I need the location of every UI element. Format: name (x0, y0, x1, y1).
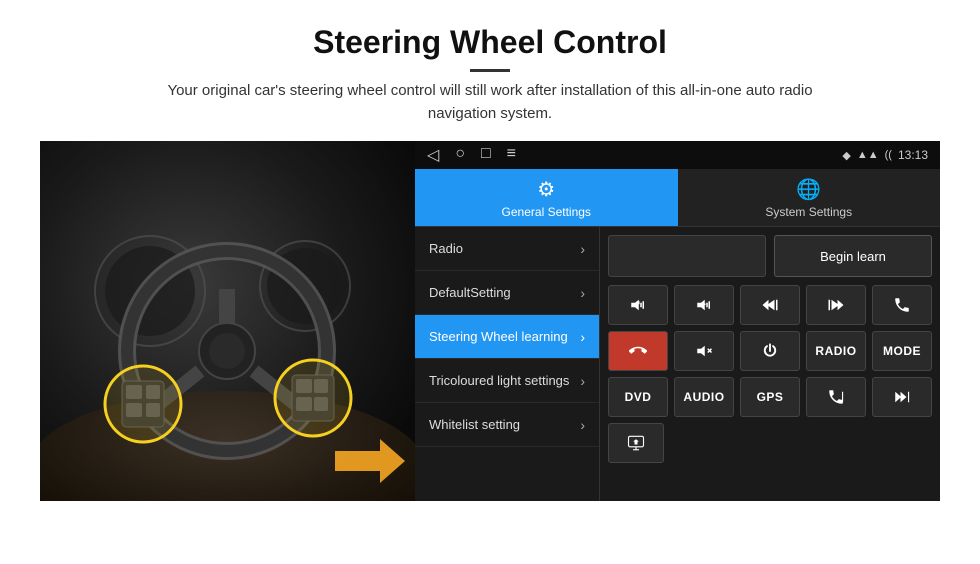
chevron-icon: › (580, 373, 585, 389)
radio-btn-label: RADIO (815, 344, 856, 358)
chevron-icon: › (580, 329, 585, 345)
chevron-icon: › (580, 241, 585, 257)
menu-radio-label: Radio (429, 241, 463, 256)
vol-up-button[interactable] (608, 285, 668, 325)
control-row-3: DVD AUDIO GPS (608, 377, 932, 417)
system-settings-icon: 🌐 (796, 177, 821, 202)
page-title: Steering Wheel Control (40, 24, 940, 61)
general-settings-icon: ⚙ (537, 177, 555, 202)
tab-general-label: General Settings (502, 205, 591, 219)
menu-content: Radio › DefaultSetting › Steering Wheel … (415, 227, 940, 501)
menu-steering-label: Steering Wheel learning (429, 329, 568, 344)
radio-button[interactable]: RADIO (806, 331, 866, 371)
settings-menu-list: Radio › DefaultSetting › Steering Wheel … (415, 227, 600, 501)
control-row-4 (608, 423, 932, 463)
location-icon: ◆ (842, 149, 850, 162)
menu-item-whitelist[interactable]: Whitelist setting › (415, 403, 599, 447)
menu-whitelist-label: Whitelist setting (429, 417, 520, 432)
right-panel: Begin learn (600, 227, 940, 501)
nav-recent-icon[interactable]: □ (481, 145, 491, 165)
control-buttons-grid: RADIO MODE DVD AUDIO (608, 285, 932, 463)
phone-answer-button[interactable] (872, 285, 932, 325)
control-row-1 (608, 285, 932, 325)
next-track-button[interactable] (806, 285, 866, 325)
nav-tabs: ⚙ General Settings 🌐 System Settings (415, 169, 940, 227)
next-skip-button[interactable] (872, 377, 932, 417)
menu-item-tricoloured[interactable]: Tricoloured light settings › (415, 359, 599, 403)
tab-general-settings[interactable]: ⚙ General Settings (415, 169, 678, 226)
begin-learn-label: Begin learn (820, 249, 886, 264)
mode-btn-label: MODE (883, 344, 921, 358)
audio-button[interactable]: AUDIO (674, 377, 734, 417)
audio-btn-label: AUDIO (683, 390, 724, 404)
menu-default-label: DefaultSetting (429, 285, 511, 300)
nav-back-icon[interactable]: ◁ (427, 145, 439, 165)
title-divider (470, 69, 510, 72)
chevron-icon: › (580, 417, 585, 433)
android-unit: ◁ ○ □ ≡ ◆ ▲▲ (( 13:13 ⚙ General Settings (415, 141, 940, 501)
menu-tricoloured-label: Tricoloured light settings (429, 373, 569, 388)
mute-button[interactable] (674, 331, 734, 371)
signal-icon: ▲▲ (857, 149, 879, 161)
blank-input-box (608, 235, 766, 277)
prev-track-button[interactable] (740, 285, 800, 325)
nav-menu-icon[interactable]: ≡ (507, 145, 516, 165)
media-button[interactable] (608, 423, 664, 463)
menu-item-steering-wheel[interactable]: Steering Wheel learning › (415, 315, 599, 359)
call-end-button[interactable] (608, 331, 668, 371)
power-button[interactable] (740, 331, 800, 371)
begin-learn-button[interactable]: Begin learn (774, 235, 932, 277)
tab-system-label: System Settings (765, 205, 852, 219)
car-image-panel (40, 141, 415, 501)
chevron-icon: › (580, 285, 585, 301)
vol-down-button[interactable] (674, 285, 734, 325)
content-area: ◁ ○ □ ≡ ◆ ▲▲ (( 13:13 ⚙ General Settings (40, 141, 940, 501)
mode-button[interactable]: MODE (872, 331, 932, 371)
tab-system-settings[interactable]: 🌐 System Settings (678, 169, 941, 226)
menu-item-radio[interactable]: Radio › (415, 227, 599, 271)
clock: 13:13 (898, 148, 928, 162)
nav-home-icon[interactable]: ○ (455, 145, 465, 165)
gps-btn-label: GPS (757, 390, 784, 404)
control-row-2: RADIO MODE (608, 331, 932, 371)
status-indicators: ◆ ▲▲ (( 13:13 (842, 148, 928, 162)
status-bar: ◁ ○ □ ≡ ◆ ▲▲ (( 13:13 (415, 141, 940, 169)
page-subtitle: Your original car's steering wheel contr… (140, 80, 840, 125)
phone-prev-button[interactable] (806, 377, 866, 417)
wifi-icon: (( (885, 149, 892, 161)
menu-item-default-setting[interactable]: DefaultSetting › (415, 271, 599, 315)
dvd-button[interactable]: DVD (608, 377, 668, 417)
begin-learn-row: Begin learn (608, 235, 932, 277)
dvd-btn-label: DVD (625, 390, 652, 404)
nav-controls: ◁ ○ □ ≡ (427, 145, 516, 165)
gps-button[interactable]: GPS (740, 377, 800, 417)
